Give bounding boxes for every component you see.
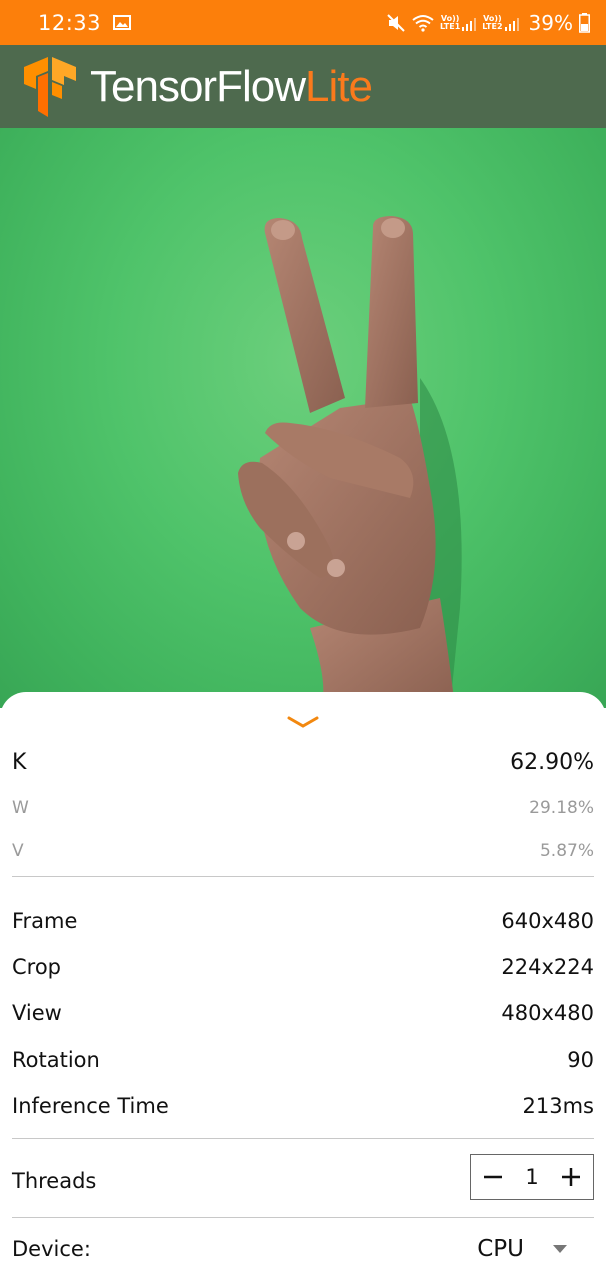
plus-icon [562, 1168, 580, 1186]
frame-label: Frame [12, 909, 78, 933]
sim2-indicator: Vo)) LTE2 [482, 14, 519, 31]
crop-row: Crop 224x224 [12, 955, 594, 979]
app-screen: 12:33 Vo)) LTE1 Vo)) LTE2 39% TensorFlow… [0, 0, 606, 1280]
result-score: 29.18% [529, 798, 594, 818]
app-title-main: TensorFlow [90, 61, 306, 111]
inference-time-label: Inference Time [12, 1094, 169, 1118]
tensorflow-logo-icon [24, 56, 76, 117]
wifi-icon [412, 14, 434, 32]
result-label: W [12, 798, 29, 818]
threads-label: Threads [12, 1169, 97, 1193]
threads-increment-button[interactable] [559, 1165, 583, 1189]
lte1-label: LTE1 [440, 21, 461, 31]
threads-stepper: 1 [470, 1154, 594, 1200]
divider [12, 1138, 594, 1139]
mute-icon [387, 13, 405, 32]
result-score: 62.90% [510, 750, 594, 775]
device-label: Device: [12, 1237, 91, 1261]
battery-percent: 39% [528, 10, 573, 35]
result-row: W 29.18% [12, 798, 594, 818]
result-row: V 5.87% [12, 841, 594, 861]
gallery-notification-icon [113, 15, 132, 30]
threads-row: Threads 1 [12, 1154, 594, 1200]
inference-time-row: Inference Time 213ms [12, 1094, 594, 1118]
app-bar: TensorFlowLite [0, 45, 606, 128]
status-icons: Vo)) LTE1 Vo)) LTE2 39% [386, 11, 590, 35]
battery-icon [579, 12, 590, 33]
lte2-label: LTE2 [482, 21, 503, 31]
divider [12, 1217, 594, 1218]
result-label: K [12, 750, 27, 775]
crop-label: Crop [12, 955, 62, 979]
status-time: 12:33 [38, 10, 102, 35]
result-score: 5.87% [539, 841, 594, 861]
crop-value: 224x224 [501, 955, 594, 979]
device-value: CPU [477, 1236, 524, 1262]
app-title: TensorFlowLite [90, 61, 373, 112]
device-row: Device: CPU [12, 1236, 594, 1262]
status-bar: 12:33 Vo)) LTE1 Vo)) LTE2 39% [0, 0, 606, 45]
bottom-sheet: K 62.90% W 29.18% V 5.87% Frame 640x480 … [0, 692, 606, 1280]
threads-value: 1 [525, 1165, 539, 1189]
signal-bars-icon [462, 17, 477, 31]
view-row: View 480x480 [12, 1001, 594, 1025]
frame-row: Frame 640x480 [12, 909, 594, 933]
camera-preview[interactable] [0, 128, 606, 708]
view-label: View [12, 1001, 62, 1025]
signal-bars-icon [504, 17, 519, 31]
rotation-label: Rotation [12, 1048, 100, 1072]
minus-icon [484, 1175, 502, 1179]
inference-time-value: 213ms [522, 1094, 594, 1118]
divider [12, 876, 594, 877]
view-value: 480x480 [501, 1001, 594, 1025]
dropdown-arrow-icon [553, 1245, 567, 1253]
rotation-value: 90 [567, 1048, 594, 1072]
rotation-row: Rotation 90 [12, 1048, 594, 1072]
device-dropdown[interactable]: CPU [477, 1236, 568, 1262]
hand-image [238, 216, 462, 708]
result-label: V [12, 841, 24, 861]
app-title-accent: Lite [304, 61, 373, 111]
threads-decrement-button[interactable] [481, 1165, 505, 1189]
chevron-down-icon[interactable] [286, 714, 320, 730]
frame-value: 640x480 [501, 909, 594, 933]
sim1-indicator: Vo)) LTE1 [440, 14, 477, 31]
result-row: K 62.90% [12, 750, 594, 775]
